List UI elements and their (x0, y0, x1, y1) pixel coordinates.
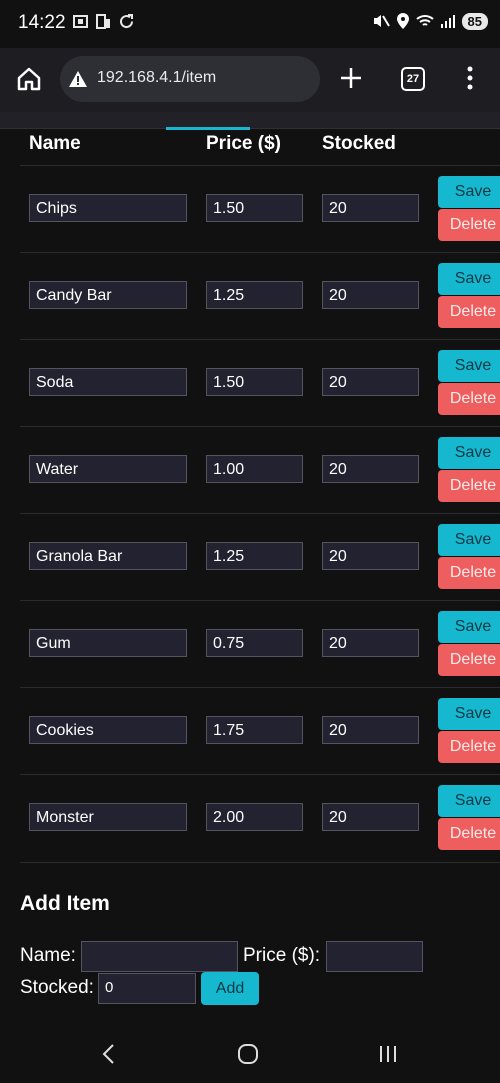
item-stocked-input[interactable]: 20 (322, 716, 419, 744)
save-button[interactable]: Save (438, 611, 500, 643)
item-price-input[interactable]: 1.00 (206, 455, 303, 483)
item-stocked-input[interactable]: 20 (322, 455, 419, 483)
table-row: Granola Bar 1.25 20 Save Delete (20, 513, 500, 601)
item-stocked-input[interactable]: 20 (322, 194, 419, 222)
overflow-menu-button[interactable] (466, 66, 474, 90)
sync-icon (120, 14, 134, 29)
table-row: Gum 0.75 20 Save Delete (20, 600, 500, 688)
status-notification-icons (72, 13, 135, 30)
new-price-input[interactable] (326, 941, 423, 972)
save-button[interactable]: Save (438, 263, 500, 295)
mute-icon (373, 15, 390, 27)
table-row: Cookies 1.75 20 Save Delete (20, 687, 500, 775)
recents-icon (380, 1046, 396, 1062)
save-button[interactable]: Save (438, 524, 500, 556)
column-header-name: Name (29, 133, 81, 154)
item-price-input[interactable]: 1.75 (206, 716, 303, 744)
url-text[interactable]: 192.168.4.1/item (97, 69, 216, 87)
delete-button[interactable]: Delete (438, 731, 500, 763)
item-price-input[interactable]: 1.50 (206, 194, 303, 222)
plus-icon (341, 68, 361, 88)
item-name-input[interactable]: Chips (29, 194, 187, 222)
item-name-input[interactable]: Candy Bar (29, 281, 187, 309)
delete-button[interactable]: Delete (438, 557, 500, 589)
home-circle-icon (238, 1044, 258, 1064)
recents-button[interactable] (377, 1043, 399, 1070)
new-stocked-label: Stocked: (20, 977, 94, 998)
new-tab-button[interactable] (336, 60, 366, 103)
signal-icon (440, 15, 455, 28)
item-stocked-input[interactable]: 20 (322, 281, 419, 309)
more-vert-icon (467, 66, 473, 90)
wifi-icon (415, 15, 434, 26)
table-row: Monster 2.00 20 Save Delete (20, 774, 500, 862)
battery-level: 85 (461, 12, 488, 30)
back-button[interactable] (100, 1043, 118, 1070)
save-button[interactable]: Save (438, 350, 500, 382)
table-row: Soda 1.50 20 Save Delete (20, 339, 500, 427)
item-name-input[interactable]: Gum (29, 629, 187, 657)
table-row: Water 1.00 20 Save Delete (20, 426, 500, 514)
new-stocked-input[interactable]: 0 (98, 973, 196, 1004)
new-price-label: Price ($): (243, 945, 321, 966)
item-name-input[interactable]: Monster (29, 803, 187, 831)
item-stocked-input[interactable]: 20 (322, 803, 419, 831)
delete-button[interactable]: Delete (438, 296, 500, 328)
not-secure-warning-icon[interactable] (68, 70, 88, 93)
table-divider (20, 862, 500, 863)
screenshot-icon (73, 15, 88, 28)
home-nav-button[interactable] (237, 1043, 259, 1070)
page-top-strip (0, 112, 500, 129)
delete-button[interactable]: Delete (438, 383, 500, 415)
column-header-price: Price ($) (206, 133, 281, 154)
back-icon (102, 1044, 114, 1064)
home-button[interactable] (14, 64, 44, 94)
home-icon (17, 67, 41, 91)
delete-button[interactable]: Delete (438, 470, 500, 502)
status-time: 14:22 (18, 12, 66, 33)
item-name-input[interactable]: Cookies (29, 716, 187, 744)
delete-button[interactable]: Delete (438, 818, 500, 850)
item-stocked-input[interactable]: 20 (322, 542, 419, 570)
column-header-stocked: Stocked (322, 133, 396, 154)
item-name-input[interactable]: Soda (29, 368, 187, 396)
save-button[interactable]: Save (438, 698, 500, 730)
scroll-accent-indicator (166, 127, 250, 130)
item-price-input[interactable]: 1.25 (206, 281, 303, 309)
add-item-heading: Add Item (20, 892, 110, 915)
table-row: Chips 1.50 20 Save Delete (20, 165, 500, 253)
item-name-input[interactable]: Water (29, 455, 187, 483)
delete-button[interactable]: Delete (438, 209, 500, 241)
item-price-input[interactable]: 1.25 (206, 542, 303, 570)
table-row: Candy Bar 1.25 20 Save Delete (20, 252, 500, 340)
item-stocked-input[interactable]: 20 (322, 368, 419, 396)
item-price-input[interactable]: 2.00 (206, 803, 303, 831)
item-name-input[interactable]: Granola Bar (29, 542, 187, 570)
save-button[interactable]: Save (438, 785, 500, 817)
save-button[interactable]: Save (438, 176, 500, 208)
location-icon (396, 13, 409, 29)
item-price-input[interactable]: 0.75 (206, 629, 303, 657)
cast-icon (96, 14, 110, 29)
status-system-icons: 85 (372, 12, 488, 30)
add-item-button[interactable]: Add (201, 972, 259, 1005)
delete-button[interactable]: Delete (438, 644, 500, 676)
item-stocked-input[interactable]: 20 (322, 629, 419, 657)
new-name-label: Name: (20, 945, 76, 966)
tab-switcher-button[interactable]: 27 (401, 67, 425, 91)
save-button[interactable]: Save (438, 437, 500, 469)
item-price-input[interactable]: 1.50 (206, 368, 303, 396)
new-name-input[interactable] (81, 941, 238, 972)
